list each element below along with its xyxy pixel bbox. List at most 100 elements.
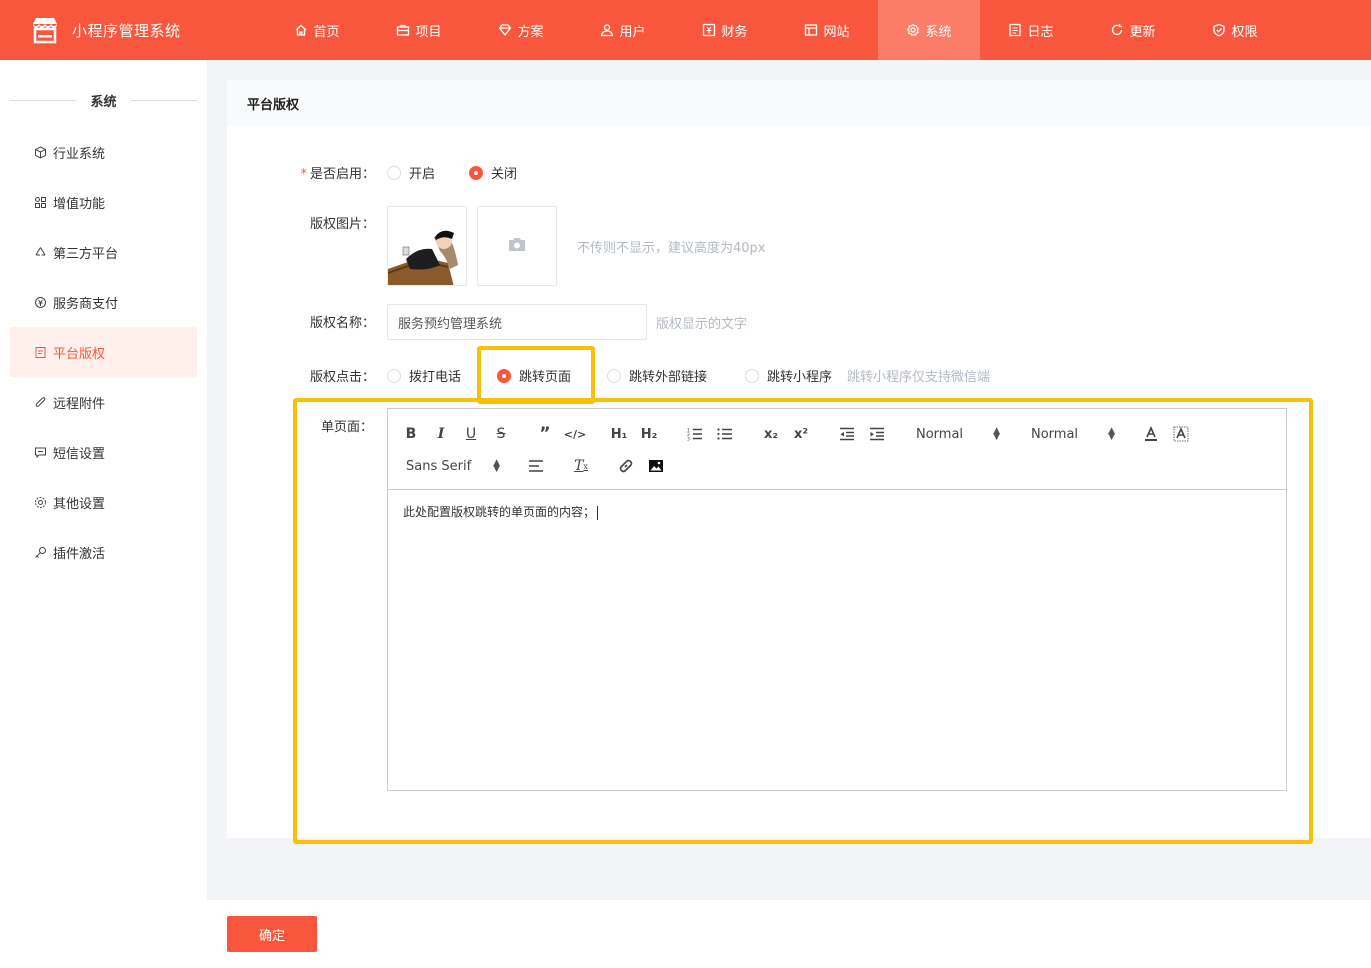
website-icon	[804, 23, 818, 37]
strike-button[interactable]: S	[490, 423, 512, 445]
enabled-label: * 是否启用：	[300, 167, 375, 182]
log-icon	[1008, 23, 1022, 37]
divider	[10, 99, 77, 101]
briefcase-icon	[396, 23, 410, 37]
recycle-icon	[34, 246, 47, 259]
bold-button[interactable]: B	[400, 423, 422, 445]
background-color-button[interactable]	[1170, 423, 1192, 445]
sidebar-item-value-added[interactable]: 增值功能	[10, 177, 197, 227]
page-label: 单页面：	[320, 420, 373, 435]
radio-circle	[387, 368, 401, 383]
sidebar-item-provider-payment[interactable]: 服务商支付	[10, 277, 197, 327]
sidebar-item-industry-system[interactable]: 行业系统	[10, 127, 197, 177]
nav-users[interactable]: 用户	[572, 0, 674, 60]
italic-button[interactable]: I	[430, 423, 452, 445]
image-icon[interactable]	[645, 455, 667, 477]
blockquote-button[interactable]: ”	[534, 423, 556, 445]
indent-button[interactable]	[866, 423, 888, 445]
nav-website[interactable]: 网站	[776, 0, 878, 60]
cube-icon	[34, 145, 47, 159]
diamond-icon	[498, 23, 512, 37]
home-icon	[294, 23, 308, 37]
text-color-button[interactable]	[1140, 423, 1162, 445]
image-upload-button[interactable]	[477, 206, 557, 286]
copyright-name-input[interactable]	[387, 304, 647, 340]
nav-logs[interactable]: 日志	[980, 0, 1082, 60]
editor-content[interactable]: 此处配置版权跳转的单页面的内容；	[403, 503, 599, 520]
sidebar-item-other-settings[interactable]: 其他设置	[10, 477, 197, 527]
click-radio-mini-program[interactable]: 跳转小程序	[745, 366, 832, 385]
grid-icon	[34, 196, 47, 209]
heading2-button[interactable]: H₂	[638, 423, 660, 445]
subscript-button[interactable]: x₂	[760, 423, 782, 445]
sidebar-item-platform-copyright[interactable]: 平台版权	[10, 327, 197, 377]
header-select[interactable]: Normal ▲ ▼	[916, 423, 1000, 445]
card-header: 平台版权	[227, 80, 1371, 126]
rich-text-editor: B I U S ” </> H₁ H₂ 123 x₂ x² Normal ▲ ▼ …	[387, 408, 1287, 791]
nav-updates[interactable]: 更新	[1082, 0, 1184, 60]
sidebar-item-sms-settings[interactable]: 短信设置	[10, 427, 197, 477]
key-icon	[34, 546, 47, 559]
footer-bar: 确定	[207, 900, 1371, 968]
select-arrows-icon: ▲ ▼	[1108, 426, 1115, 442]
enabled-radio-on[interactable]: 开启	[387, 163, 435, 182]
nav-projects[interactable]: 项目	[368, 0, 470, 60]
radio-circle	[469, 165, 483, 180]
settings-icon	[34, 496, 47, 509]
heading1-button[interactable]: H₁	[608, 423, 630, 445]
image-label: 版权图片：	[309, 217, 375, 232]
radio-circle	[387, 165, 401, 180]
nav-home[interactable]: 首页	[266, 0, 368, 60]
app-title: 小程序管理系统	[72, 21, 181, 40]
name-hint: 版权显示的文字	[656, 317, 748, 332]
nav-plans[interactable]: 方案	[470, 0, 572, 60]
sidebar-item-plugin-activation[interactable]: 插件激活	[10, 527, 197, 577]
message-icon	[34, 446, 47, 459]
copyright-image-thumbnail[interactable]	[387, 206, 467, 286]
size-select[interactable]: Normal ▲ ▼	[1031, 423, 1115, 445]
sidebar-item-third-party[interactable]: 第三方平台	[10, 227, 197, 277]
shield-check-icon	[1212, 23, 1226, 37]
page-title: 平台版权	[247, 98, 300, 113]
click-radio-page[interactable]: 跳转页面	[497, 366, 571, 385]
click-radio-call[interactable]: 拨打电话	[387, 366, 461, 385]
gear-icon	[906, 23, 920, 37]
select-arrows-icon: ▲ ▼	[993, 426, 1000, 442]
radio-circle	[607, 368, 621, 383]
click-hint: 跳转小程序仅支持微信端	[847, 370, 991, 385]
superscript-button[interactable]: x²	[790, 423, 812, 445]
sidebar: 系统 行业系统 增值功能 第三方平台 服务商支付 平台版权 远程附件 短信设置 …	[0, 60, 207, 968]
sidebar-item-remote-attachment[interactable]: 远程附件	[10, 377, 197, 427]
click-label: 版权点击：	[309, 370, 375, 385]
outdent-button[interactable]	[836, 423, 858, 445]
clear-format-button[interactable]: Tx	[570, 455, 592, 477]
font-select[interactable]: Sans Serif ▲ ▼	[406, 455, 500, 477]
click-radio-external-link[interactable]: 跳转外部链接	[607, 366, 707, 385]
app-logo[interactable]: 小程序管理系统	[30, 14, 181, 46]
enabled-radio-off[interactable]: 关闭	[469, 163, 517, 182]
svg-text:3: 3	[687, 437, 690, 442]
image-hint: 不传则不显示，建议高度为40px	[577, 241, 766, 256]
nav-system[interactable]: 系统	[878, 0, 980, 60]
name-label: 版权名称：	[309, 316, 375, 331]
payment-icon	[34, 296, 47, 309]
bullet-list-button[interactable]	[714, 423, 736, 445]
underline-button[interactable]: U	[460, 423, 482, 445]
code-block-button[interactable]: </>	[564, 423, 586, 445]
link-icon[interactable]	[615, 455, 637, 477]
refresh-icon	[1110, 23, 1124, 37]
paperclip-icon	[34, 396, 47, 409]
select-arrows-icon: ▲ ▼	[493, 458, 500, 474]
main-nav: 首页 项目 方案 用户 财务 网站 系统 日志 更新 权限	[266, 0, 1286, 60]
users-icon	[600, 23, 614, 37]
nav-permissions[interactable]: 权限	[1184, 0, 1286, 60]
editor-toolbar: B I U S ” </> H₁ H₂ 123 x₂ x² Normal ▲ ▼ …	[388, 409, 1286, 490]
ordered-list-button[interactable]: 123	[684, 423, 706, 445]
copyright-doc-icon	[34, 346, 47, 359]
radio-circle	[497, 368, 511, 383]
nav-finance[interactable]: 财务	[674, 0, 776, 60]
camera-icon	[507, 236, 527, 256]
align-button[interactable]	[525, 455, 547, 477]
top-nav-bar: 小程序管理系统 首页 项目 方案 用户 财务 网站 系统 日志 更新 权限	[0, 0, 1371, 60]
confirm-button[interactable]: 确定	[227, 916, 317, 952]
